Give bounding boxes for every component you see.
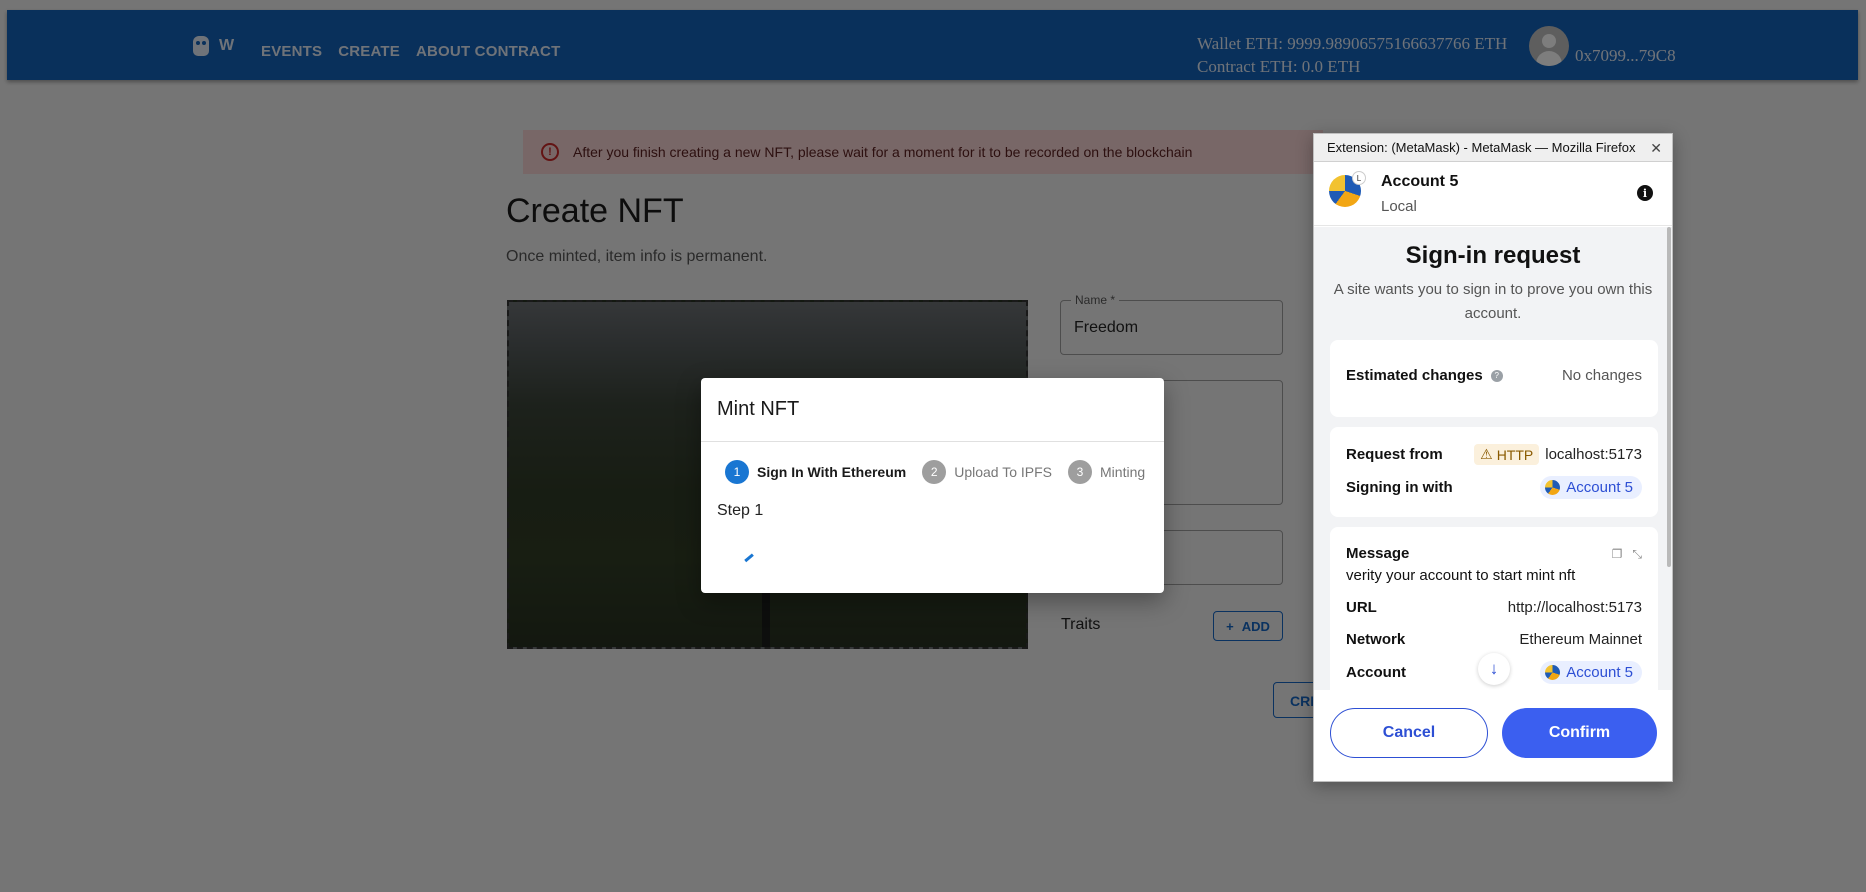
request-heading: Sign-in request [1405,242,1581,269]
step-label: Upload To IPFS [954,464,1053,480]
account-label: Account [1346,664,1406,681]
url-row: URL http://localhost:5173 [1346,599,1642,616]
metamask-window: Extension: (MetaMask) - MetaMask — Mozil… [1313,133,1673,782]
message-value-row: verity your account to start mint nft [1346,567,1642,584]
url-value: http://localhost:5173 [1507,599,1642,616]
http-badge-text: HTTP [1496,446,1534,463]
signing-in-with-label: Signing in with [1346,479,1453,496]
signing-account-pill[interactable]: Account 5 [1540,476,1642,499]
message-label: Message [1346,545,1410,562]
account-value-group: Account 5 [1540,661,1642,684]
estimated-changes-value: No changes [1561,367,1642,384]
close-icon[interactable]: ✕ [1650,140,1662,157]
scroll-down-arrow-icon[interactable]: ↓ [1478,653,1510,685]
warning-icon: ⚠ [1480,446,1493,462]
network-label: Network [1346,631,1406,648]
request-description: A site wants you to sign in to prove you… [1333,281,1653,322]
step-label: Minting [1100,464,1146,480]
estimated-changes-card: Estimated changes ? No changes [1330,340,1658,417]
request-from-label: Request from [1346,446,1443,463]
stepper: 1 Sign In With Ethereum 2 Upload To IPFS… [725,460,1161,484]
info-icon[interactable]: i [1637,185,1653,201]
account-name: Account 5 [1381,173,1459,190]
signing-account-name: Account 5 [1566,479,1633,496]
question-icon[interactable]: ? [1490,369,1503,382]
request-info-card: Request from ⚠ HTTP localhost:5173 Signin… [1330,427,1658,517]
signing-in-with-row: Signing in with Account 5 [1346,476,1642,499]
window-title: Extension: (MetaMask) - MetaMask — Mozil… [1327,140,1636,155]
account-value: Account 5 [1566,664,1633,681]
step-content-text: Step 1 [717,502,764,519]
request-footer: Cancel Confirm [1314,690,1672,781]
network-row: Network Ethereum Mainnet [1346,631,1642,648]
estimated-changes-row: Estimated changes ? No changes [1346,367,1642,384]
step-number: 2 [922,460,947,484]
step-label: Sign In With Ethereum [757,464,907,480]
mint-nft-dialog: Mint NFT 1 Sign In With Ethereum 2 Uploa… [701,378,1164,593]
request-from-value: localhost:5173 [1545,446,1642,463]
account-network: Local [1381,198,1417,215]
account-avatar-icon [1545,480,1561,495]
message-label-row: Message [1346,545,1642,562]
request-from-value-group: ⚠ HTTP localhost:5173 [1474,444,1642,465]
loading-spinner-icon [744,553,756,565]
step-sign-in: 1 Sign In With Ethereum [725,460,906,484]
dialog-divider [701,441,1164,442]
network-value: Ethereum Mainnet [1519,631,1642,648]
step-number: 3 [1068,460,1093,484]
account-pill[interactable]: Account 5 [1540,661,1642,684]
url-label: URL [1346,599,1377,616]
dialog-title: Mint NFT [717,398,800,420]
request-body[interactable]: Sign-in request A site wants you to sign… [1314,227,1672,690]
account-avatar-icon [1545,665,1561,680]
request-from-row: Request from ⚠ HTTP localhost:5173 [1346,444,1642,465]
estimated-changes-label: Estimated changes [1346,367,1483,384]
message-value: verity your account to start mint nft [1346,567,1576,584]
step-minting: 3 Minting [1068,460,1145,484]
signing-account-group: Account 5 [1540,476,1642,499]
scrollbar[interactable] [1667,227,1671,567]
window-titlebar[interactable]: Extension: (MetaMask) - MetaMask — Mozil… [1314,134,1672,162]
step-upload-ipfs: 2 Upload To IPFS [922,460,1052,484]
http-warning-badge: ⚠ HTTP [1474,444,1540,465]
cancel-button[interactable]: Cancel [1330,708,1488,758]
account-header: L Account 5 Local i [1314,162,1672,226]
step-number: 1 [725,460,749,484]
network-badge: L [1352,171,1366,185]
confirm-button[interactable]: Confirm [1502,708,1657,758]
